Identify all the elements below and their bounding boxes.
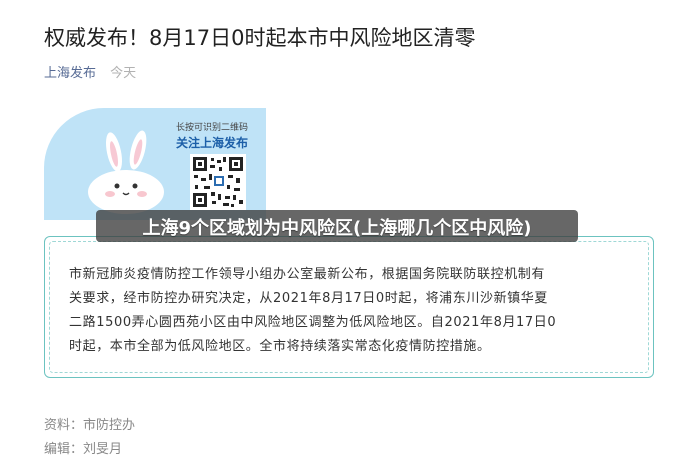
article: 权威发布！8月17日0时起本市中风险地区清零 上海发布 今天 长按可识别二维码 … (0, 0, 674, 458)
material-value: 市防控办 (83, 418, 136, 433)
notice-box: 市新冠肺炎疫情防控工作领导小组办公室最新公布，根据国务院联防联控机制有 关要求，… (44, 236, 654, 378)
qr-code-icon (190, 154, 246, 210)
article-source-link[interactable]: 上海发布 (44, 66, 96, 81)
footer-material: 资料：市防控办 (44, 414, 135, 433)
footer-editor: 编辑：刘旻月 (44, 438, 122, 457)
article-title: 权威发布！8月17日0时起本市中风险地区清零 (44, 26, 476, 50)
material-label: 资料： (44, 418, 84, 433)
editor-label: 编辑： (44, 442, 84, 457)
notice-line: 时起，本市全部为低风险地区。全市将持续落实常态化疫情防控措施。 (69, 339, 491, 354)
qr-hint-text: 长按可识别二维码 (176, 123, 249, 133)
notice-line: 关要求，经市防控办研究决定，从2021年8月17日0时起，将浦东川沙新镇华夏 (69, 291, 548, 306)
editor-value: 刘旻月 (83, 442, 123, 457)
overlay-caption-bar: 上海9个区域划为中风险区(上海哪几个区中风险) (96, 210, 578, 242)
notice-line: 二路1500弄心圆西苑小区由中风险地区调整为低风险地区。自2021年8月17日0 (69, 315, 557, 330)
overlay-caption: 上海9个区域划为中风险区(上海哪几个区中风险) (142, 218, 532, 239)
article-time: 今天 (110, 66, 137, 81)
notice-line: 市新冠肺炎疫情防控工作领导小组办公室最新公布，根据国务院联防联控机制有 (69, 267, 546, 282)
notice-text: 市新冠肺炎疫情防控工作领导小组办公室最新公布，根据国务院联防联控机制有 关要求，… (69, 263, 635, 359)
rabbit-mascot-icon (88, 130, 164, 214)
qr-follow-text: 关注上海发布 (176, 136, 249, 150)
article-meta: 上海发布 今天 (44, 62, 136, 81)
qr-banner-image: 长按可识别二维码 关注上海发布 (44, 108, 266, 220)
